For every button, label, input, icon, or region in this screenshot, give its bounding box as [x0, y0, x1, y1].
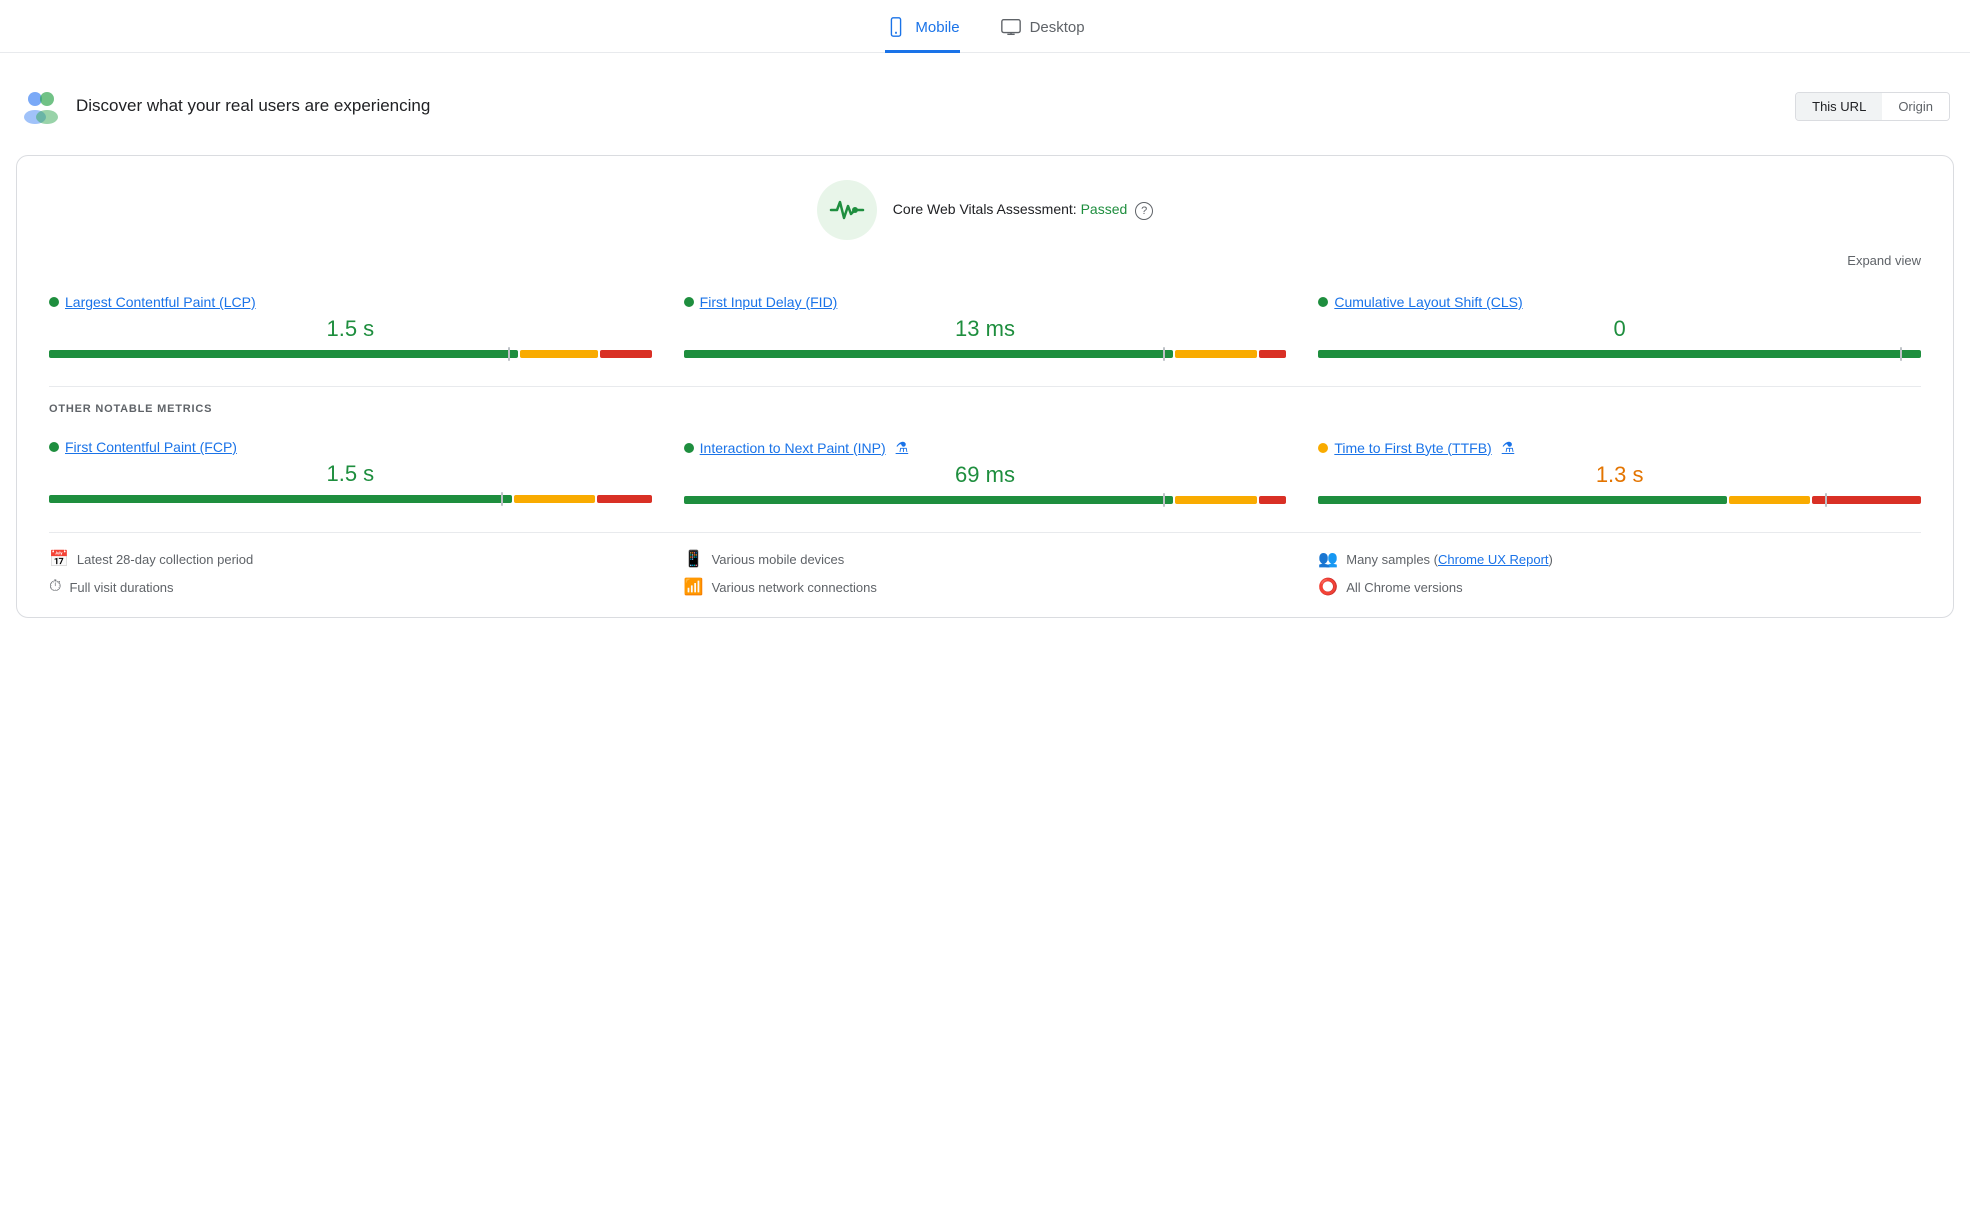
- heartbeat-icon: [829, 192, 865, 228]
- discover-left: Discover what your real users are experi…: [20, 85, 430, 127]
- footer-link[interactable]: Chrome UX Report: [1438, 552, 1549, 567]
- url-origin-toggle: This URL Origin: [1795, 92, 1950, 121]
- expand-view-label[interactable]: Expand view: [1847, 253, 1921, 268]
- metric-ttfb-dot: [1318, 443, 1328, 453]
- metric-fcp-value: 1.5 s: [49, 461, 652, 487]
- footer-text: Latest 28-day collection period: [77, 552, 253, 567]
- metric-cls-bar: [1318, 350, 1921, 358]
- metric-inp-dot: [684, 443, 694, 453]
- footer-icon: 📅: [49, 549, 69, 569]
- footer-text: Full visit durations: [69, 580, 173, 595]
- cwv-title: Core Web Vitals Assessment:: [893, 201, 1077, 217]
- metric-fcp-dot: [49, 442, 59, 452]
- metric-ttfb-label[interactable]: Time to First Byte (TTFB)⚗: [1318, 439, 1921, 456]
- discover-bar: Discover what your real users are experi…: [0, 73, 1970, 139]
- main-card: Core Web Vitals Assessment: Passed ? Exp…: [16, 155, 1954, 618]
- footer-info: 📅 Latest 28-day collection period 📱 Vari…: [49, 532, 1921, 597]
- metric-fid-value: 13 ms: [684, 316, 1287, 342]
- cwv-header: Core Web Vitals Assessment: Passed ?: [49, 180, 1921, 240]
- metric-lcp-bar: [49, 350, 652, 358]
- footer-icon: 👥: [1318, 549, 1338, 569]
- lab-icon: ⚗: [896, 439, 909, 456]
- metric-ttfb: Time to First Byte (TTFB)⚗ 1.3 s: [1318, 431, 1921, 512]
- metric-lcp: Largest Contentful Paint (LCP) 1.5 s: [49, 286, 652, 366]
- metric-cls: Cumulative Layout Shift (CLS) 0: [1318, 286, 1921, 366]
- metric-cls-dot: [1318, 297, 1328, 307]
- metric-fid-dot: [684, 297, 694, 307]
- footer-icon: 📶: [684, 577, 704, 597]
- other-metrics-label: OTHER NOTABLE METRICS: [49, 403, 1921, 415]
- metric-ttfb-value: 1.3 s: [1318, 462, 1921, 488]
- footer-icon: ⏱: [49, 578, 61, 596]
- metric-cls-value: 0: [1318, 316, 1921, 342]
- metric-ttfb-bar: [1318, 496, 1921, 504]
- metric-fcp-label[interactable]: First Contentful Paint (FCP): [49, 439, 652, 455]
- metric-inp: Interaction to Next Paint (INP)⚗ 69 ms: [684, 431, 1287, 512]
- lab-icon: ⚗: [1502, 439, 1515, 456]
- expand-view: Expand view: [49, 252, 1921, 268]
- metric-inp-bar: [684, 496, 1287, 504]
- metric-fid: First Input Delay (FID) 13 ms: [684, 286, 1287, 366]
- metric-lcp-label[interactable]: Largest Contentful Paint (LCP): [49, 294, 652, 310]
- core-metrics-grid: Largest Contentful Paint (LCP) 1.5 s Fir…: [49, 286, 1921, 366]
- footer-item: ⏱ Full visit durations: [49, 577, 652, 597]
- tab-desktop-label: Desktop: [1030, 19, 1085, 36]
- origin-button[interactable]: Origin: [1882, 93, 1949, 120]
- metric-inp-label[interactable]: Interaction to Next Paint (INP)⚗: [684, 439, 1287, 456]
- tab-mobile-label: Mobile: [915, 19, 959, 36]
- tab-mobile[interactable]: Mobile: [885, 16, 959, 53]
- metric-lcp-value: 1.5 s: [49, 316, 652, 342]
- footer-item: 📱 Various mobile devices: [684, 549, 1287, 569]
- footer-icon: 📱: [684, 549, 704, 569]
- metric-fid-bar: [684, 350, 1287, 358]
- footer-item: ⭕ All Chrome versions: [1318, 577, 1921, 597]
- cwv-icon-circle: [817, 180, 877, 240]
- cwv-help-icon[interactable]: ?: [1135, 202, 1153, 220]
- footer-item: 📅 Latest 28-day collection period: [49, 549, 652, 569]
- footer-icon: ⭕: [1318, 577, 1338, 597]
- this-url-button[interactable]: This URL: [1796, 93, 1882, 120]
- metric-fcp: First Contentful Paint (FCP) 1.5 s: [49, 431, 652, 512]
- footer-text: Various network connections: [712, 580, 877, 595]
- metric-inp-value: 69 ms: [684, 462, 1287, 488]
- cwv-title-wrap: Core Web Vitals Assessment: Passed ?: [893, 201, 1153, 220]
- footer-text: Various mobile devices: [712, 552, 845, 567]
- metric-fcp-bar: [49, 495, 652, 503]
- desktop-icon: [1000, 16, 1022, 38]
- footer-item: 👥 Many samples (Chrome UX Report): [1318, 549, 1921, 569]
- cwv-status: Passed: [1081, 201, 1128, 217]
- users-icon: [20, 85, 62, 127]
- tab-desktop[interactable]: Desktop: [1000, 16, 1085, 53]
- other-metrics-grid: First Contentful Paint (FCP) 1.5 s Inter…: [49, 431, 1921, 512]
- footer-item: 📶 Various network connections: [684, 577, 1287, 597]
- tab-bar: Mobile Desktop: [0, 0, 1970, 53]
- metric-cls-label[interactable]: Cumulative Layout Shift (CLS): [1318, 294, 1921, 310]
- metric-lcp-dot: [49, 297, 59, 307]
- metric-fid-label[interactable]: First Input Delay (FID): [684, 294, 1287, 310]
- footer-text: Many samples (Chrome UX Report): [1346, 552, 1553, 567]
- mobile-icon: [885, 16, 907, 38]
- metrics-divider: [49, 386, 1921, 387]
- footer-text: All Chrome versions: [1346, 580, 1462, 595]
- discover-text: Discover what your real users are experi…: [76, 96, 430, 116]
